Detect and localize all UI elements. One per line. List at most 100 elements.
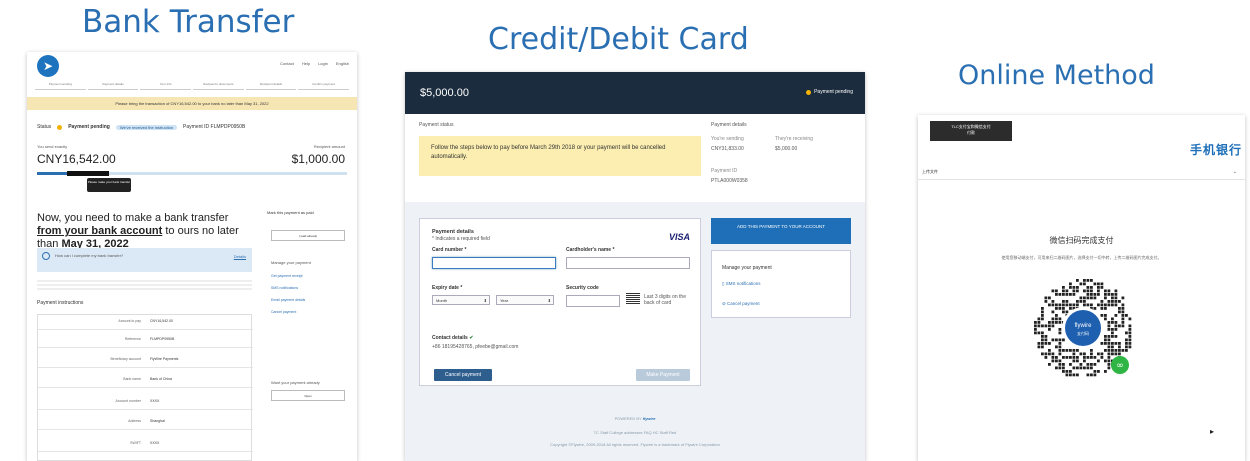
- qr-module: [1100, 303, 1104, 307]
- qr-module: [1083, 359, 1086, 363]
- open-button[interactable]: Open: [271, 390, 345, 401]
- qr-module: [1128, 317, 1132, 321]
- paid-already-button[interactable]: I paid already: [271, 230, 345, 241]
- bank-transfer-heading: Bank Transfer: [82, 4, 295, 40]
- qr-module: [1062, 356, 1065, 359]
- qr-module: [1107, 328, 1111, 331]
- qr-module: [1107, 338, 1111, 342]
- qr-module: [1072, 289, 1076, 293]
- qr-module: [1048, 321, 1051, 324]
- card-number-input[interactable]: [432, 257, 556, 269]
- qr-code[interactable]: flywire 支付码 ∞: [1028, 273, 1138, 383]
- nav-login[interactable]: Login: [318, 61, 328, 66]
- qr-module: [1069, 363, 1072, 366]
- qr-module: [1114, 352, 1118, 356]
- year-select[interactable]: Year ⬍: [496, 295, 554, 305]
- qr-module: [1118, 307, 1121, 310]
- security-code-input[interactable]: [566, 295, 620, 307]
- copyright: Copyright ©Flywire, 2009-2018 All rights…: [550, 442, 720, 447]
- month-select[interactable]: Month ⬍: [432, 295, 490, 305]
- make-payment-button[interactable]: Make Payment: [636, 369, 690, 381]
- qr-module: [1093, 293, 1097, 296]
- qr-module: [1055, 359, 1058, 363]
- cardholder-input[interactable]: [566, 257, 690, 269]
- nav-language[interactable]: English: [336, 61, 349, 66]
- sms-link[interactable]: SMS notifications: [271, 286, 298, 290]
- qr-module: [1121, 310, 1125, 314]
- qr-module: [1072, 352, 1076, 356]
- qr-module: [1076, 300, 1079, 303]
- qr-module: [1125, 331, 1128, 335]
- qr-module: [1090, 296, 1093, 300]
- qr-module: [1111, 317, 1114, 321]
- qr-module: [1111, 296, 1114, 300]
- mobile-bank-logo: 手机银行: [1189, 143, 1242, 157]
- qr-module: [1051, 310, 1055, 314]
- qr-module: [1118, 324, 1121, 328]
- qr-module: [1055, 321, 1058, 324]
- deadline-notice: Please bring the transaction of CNY16,54…: [27, 97, 357, 110]
- qr-module: [1107, 363, 1111, 366]
- qr-logo-sub: 支付码: [1077, 330, 1089, 336]
- send-amount: CNY16,542.00: [37, 152, 116, 166]
- top-nav: Contact Help Login English: [280, 61, 349, 66]
- qr-module: [1079, 352, 1083, 356]
- nav-contact[interactable]: Contact: [280, 61, 294, 66]
- qr-module: [1090, 356, 1093, 359]
- mark-paid-heading: Mark this payment as paid: [267, 210, 314, 215]
- qr-module: [1062, 366, 1065, 370]
- qr-module: [1058, 338, 1062, 342]
- qr-module: [1076, 303, 1079, 307]
- qr-module: [1062, 363, 1065, 366]
- qr-module: [1041, 324, 1044, 328]
- qr-module: [1065, 289, 1069, 293]
- chevron-down-icon[interactable]: ⌄: [1233, 169, 1237, 175]
- qr-module: [1062, 307, 1065, 310]
- receipt-link[interactable]: Get payment receipt: [271, 274, 303, 278]
- email-link[interactable]: Email payment details: [271, 298, 305, 302]
- table-row: Reference FLMPDP0950B: [38, 333, 253, 348]
- manage-payment-box: Manage your payment ▯ SMS notifications …: [711, 250, 851, 318]
- qr-module: [1107, 335, 1111, 338]
- qr-module: [1100, 307, 1104, 310]
- qr-module: [1104, 314, 1107, 317]
- qr-module: [1051, 321, 1055, 324]
- card-header: $5,000.00 Payment pending: [405, 72, 865, 114]
- paper-plane-icon[interactable]: ➤: [37, 55, 59, 77]
- qr-module: [1111, 345, 1114, 349]
- add-to-account-button[interactable]: ADD THIS PAYMENT TO YOUR ACCOUNT: [711, 218, 851, 244]
- details-link[interactable]: Details: [234, 254, 246, 259]
- payment-status-label: Payment status: [419, 122, 454, 128]
- qr-module: [1097, 370, 1100, 373]
- qr-module: [1086, 366, 1090, 370]
- qr-module: [1090, 373, 1093, 377]
- status-value: Payment pending: [68, 124, 110, 130]
- nav-help[interactable]: Help: [302, 61, 310, 66]
- qr-module: [1048, 296, 1051, 300]
- qr-module: [1055, 289, 1058, 293]
- link-icon: ∞: [1116, 361, 1124, 371]
- qr-module: [1041, 345, 1044, 349]
- powered-by: POWERED BY flywire: [614, 416, 656, 421]
- qr-module: [1055, 303, 1058, 307]
- wechat-pay-title: 微信扫码完成支付: [1049, 236, 1114, 245]
- info-title: How can I complete my bank transfer?: [55, 253, 124, 258]
- cancel-payment-link[interactable]: ⊘ Cancel payment: [722, 301, 760, 307]
- qr-module: [1072, 373, 1076, 377]
- qr-module: [1065, 373, 1069, 377]
- qr-module: [1114, 314, 1118, 317]
- sms-link[interactable]: ▯ SMS notifications: [722, 281, 761, 287]
- sending-value: CNY31,833.00: [711, 146, 744, 152]
- qr-module: [1069, 373, 1072, 377]
- qr-module: [1055, 338, 1058, 342]
- form-title: Payment details: [432, 229, 474, 235]
- cancel-link[interactable]: Cancel payment: [271, 310, 296, 314]
- cancel-payment-button[interactable]: Cancel payment: [434, 369, 492, 381]
- qr-module: [1114, 303, 1118, 307]
- status-badge: We've received the instruction: [115, 124, 178, 130]
- qr-module: [1079, 300, 1083, 303]
- from-account-link[interactable]: from your bank account: [37, 225, 162, 237]
- qr-module: [1090, 363, 1093, 366]
- qr-module: [1062, 293, 1065, 296]
- qr-module: [1104, 342, 1107, 345]
